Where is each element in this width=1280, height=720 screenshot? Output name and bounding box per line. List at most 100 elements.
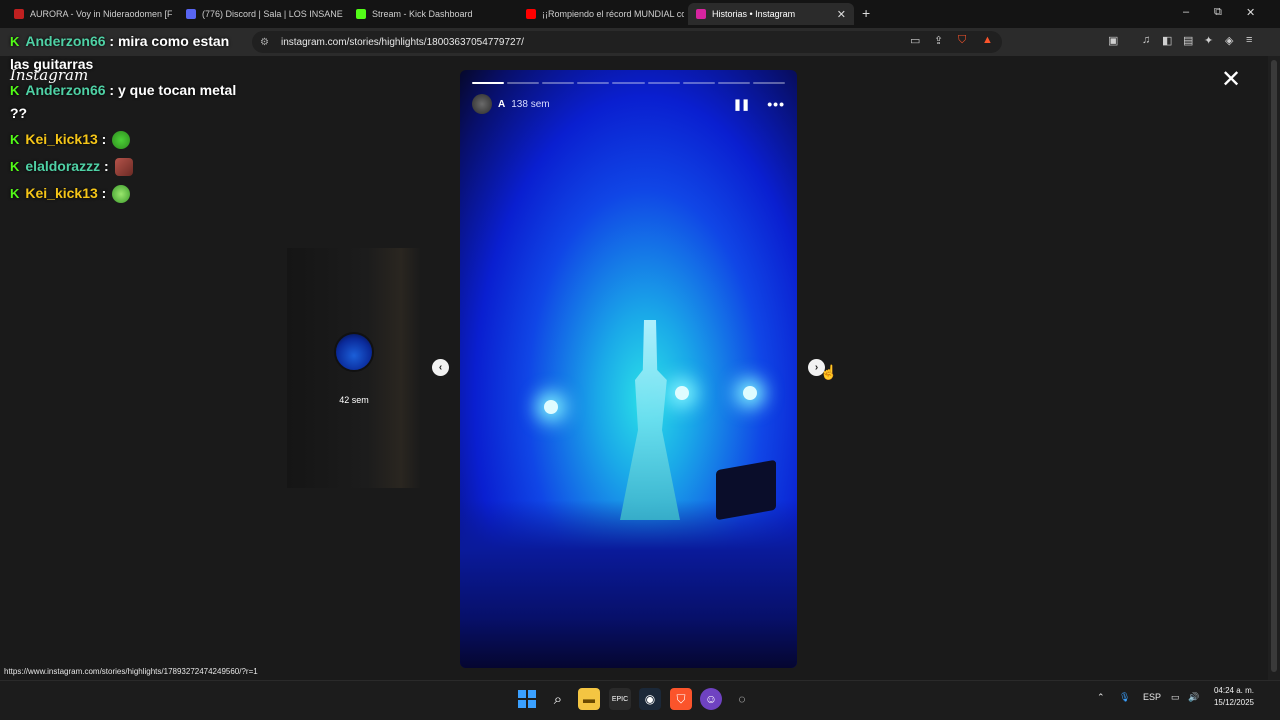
- clock-time: 04:24 a. m.: [1213, 686, 1255, 695]
- stage-light: [743, 386, 757, 400]
- chat-separator: :: [97, 185, 111, 201]
- tab-youtube[interactable]: ¡¡Rompiendo el récord MUNDIAL co: [518, 3, 684, 25]
- reader-mode-icon[interactable]: ▣: [1108, 34, 1118, 47]
- tab-title: ¡¡Rompiendo el récord MUNDIAL co: [542, 9, 684, 19]
- tab-strip: AURORA - Voy in Nideraodomen [Fu (776) D…: [0, 0, 1280, 28]
- site-settings-icon[interactable]: ⚙: [260, 37, 269, 48]
- previous-story-button[interactable]: ‹: [432, 359, 449, 376]
- steam-icon[interactable]: ◉: [639, 688, 661, 710]
- instagram-favicon-icon: [696, 9, 706, 19]
- leo-ai-icon[interactable]: ✦: [1204, 34, 1213, 47]
- chat-separator: :: [100, 158, 113, 174]
- green-frog-emote-icon: [112, 185, 131, 204]
- url-text: instagram.com/stories/highlights/1800363…: [280, 36, 524, 48]
- minimize-button[interactable]: –: [1183, 6, 1189, 18]
- microphone-icon[interactable]: 🎙: [1119, 692, 1130, 703]
- progress-segment: [542, 82, 575, 84]
- close-window-button[interactable]: ✕: [1246, 6, 1255, 19]
- tab-discord[interactable]: (776) Discord | Sala | LOS INSANE: [178, 3, 344, 25]
- chat-username: elaldorazzz: [25, 158, 101, 174]
- chat-message: K Anderzon66 : y que tocan metal ??: [10, 79, 250, 124]
- page-scrollbar[interactable]: [1268, 56, 1280, 680]
- kick-icon: K: [10, 34, 20, 49]
- youtube-favicon-icon: [14, 9, 24, 19]
- tab-instagram[interactable]: Historias • Instagram ✕: [688, 3, 854, 25]
- stage-light: [675, 386, 689, 400]
- scrollbar-thumb[interactable]: [1271, 60, 1277, 672]
- chat-message: K Kei_kick13 :: [10, 128, 250, 151]
- file-explorer-icon[interactable]: ▬: [578, 688, 600, 710]
- menu-icon[interactable]: ≡: [1246, 34, 1252, 46]
- media-icon[interactable]: ♫: [1142, 34, 1150, 46]
- story-viewer[interactable]: A 138 sem ❚❚ •••: [460, 70, 797, 668]
- performer-figure: [620, 320, 680, 520]
- chat-separator: :: [105, 33, 118, 49]
- stage-speaker: [716, 459, 776, 521]
- wallet-icon[interactable]: ▤: [1183, 34, 1193, 47]
- tab-title: (776) Discord | Sala | LOS INSANE: [202, 9, 343, 19]
- more-options-icon[interactable]: •••: [767, 96, 785, 112]
- twitch-chat-icon[interactable]: ☺: [700, 688, 722, 710]
- obs-icon[interactable]: ◌: [731, 688, 753, 710]
- youtube-favicon-icon: [526, 9, 536, 19]
- screen: AURORA - Voy in Nideraodomen [Fu (776) D…: [0, 0, 1280, 720]
- share-icon[interactable]: ⇪: [934, 34, 943, 47]
- close-tab-icon[interactable]: ✕: [837, 8, 846, 21]
- tab-title: Historias • Instagram: [712, 9, 796, 19]
- pixel-face-emote-icon: [114, 158, 133, 177]
- vpn-icon[interactable]: ◈: [1225, 34, 1233, 47]
- green-blob-emote-icon: [112, 131, 131, 150]
- stream-chat-overlay: K Anderzon66 : mira como estan las guitar…: [10, 30, 250, 209]
- volume-icon[interactable]: 🔊: [1188, 692, 1199, 703]
- progress-segment: [717, 82, 750, 84]
- close-story-button[interactable]: ✕: [1221, 68, 1241, 92]
- kick-favicon-icon: [356, 9, 366, 19]
- progress-segment: [647, 82, 680, 84]
- brave-shield-icon[interactable]: ⛉: [958, 34, 966, 47]
- chat-separator: :: [97, 131, 111, 147]
- start-button[interactable]: [516, 688, 538, 710]
- new-tab-button[interactable]: +: [862, 5, 870, 21]
- tab-title: Stream - Kick Dashboard: [372, 9, 473, 19]
- tab-aurora[interactable]: AURORA - Voy in Nideraodomen [Fu: [6, 3, 172, 25]
- tab-kick[interactable]: Stream - Kick Dashboard: [348, 3, 514, 25]
- system-clock[interactable]: 04:24 a. m. 15/12/2025: [1206, 685, 1262, 709]
- pause-icon[interactable]: ❚❚: [733, 98, 750, 111]
- chat-username: Anderzon66: [25, 33, 106, 49]
- chat-separator: :: [105, 82, 118, 98]
- user-avatar[interactable]: [472, 94, 492, 114]
- network-icon[interactable]: ▭: [1171, 692, 1180, 703]
- progress-segment: [507, 82, 540, 84]
- windows-logo-icon: [518, 690, 536, 708]
- link-status-bar: https://www.instagram.com/stories/highli…: [0, 666, 262, 680]
- previous-story-preview[interactable]: 42 sem: [287, 248, 421, 488]
- sidebar-icon[interactable]: ◧: [1162, 34, 1172, 47]
- kick-icon: K: [10, 159, 20, 174]
- brave-browser-icon[interactable]: ⛉: [670, 688, 692, 710]
- progress-segment: [577, 82, 610, 84]
- kick-icon: K: [10, 186, 20, 201]
- restore-button[interactable]: ⧉: [1214, 6, 1222, 19]
- stage-light: [544, 400, 558, 414]
- story-header: A 138 sem ❚❚ •••: [472, 94, 785, 114]
- preview-age: 42 sem: [339, 395, 369, 405]
- tab-title: AURORA - Voy in Nideraodomen [Fu: [30, 9, 172, 19]
- mouse-cursor-icon: ☝: [820, 364, 838, 380]
- story-avatar: [334, 332, 374, 372]
- discord-favicon-icon: [186, 9, 196, 19]
- progress-segment: [472, 82, 505, 84]
- chat-message: K Anderzon66 : mira como estan las guitar…: [10, 30, 250, 75]
- chat-username: Anderzon66: [25, 82, 106, 98]
- address-bar[interactable]: ⚙ instagram.com/stories/highlights/18003…: [252, 31, 1002, 53]
- cast-icon[interactable]: ▭: [910, 34, 920, 47]
- language-indicator[interactable]: ESP: [1143, 692, 1161, 702]
- progress-segment: [682, 82, 715, 84]
- chat-message: Kelaldorazzz :: [10, 155, 250, 178]
- story-progress: [472, 82, 785, 84]
- chat-username: Kei_kick13: [25, 185, 98, 201]
- tray-overflow-icon[interactable]: ⌃: [1097, 692, 1105, 703]
- epic-games-icon[interactable]: EPIC: [609, 688, 631, 710]
- search-icon[interactable]: ⌕: [547, 688, 569, 710]
- story-username[interactable]: A: [498, 99, 505, 110]
- brave-rewards-icon[interactable]: ▲: [982, 34, 993, 46]
